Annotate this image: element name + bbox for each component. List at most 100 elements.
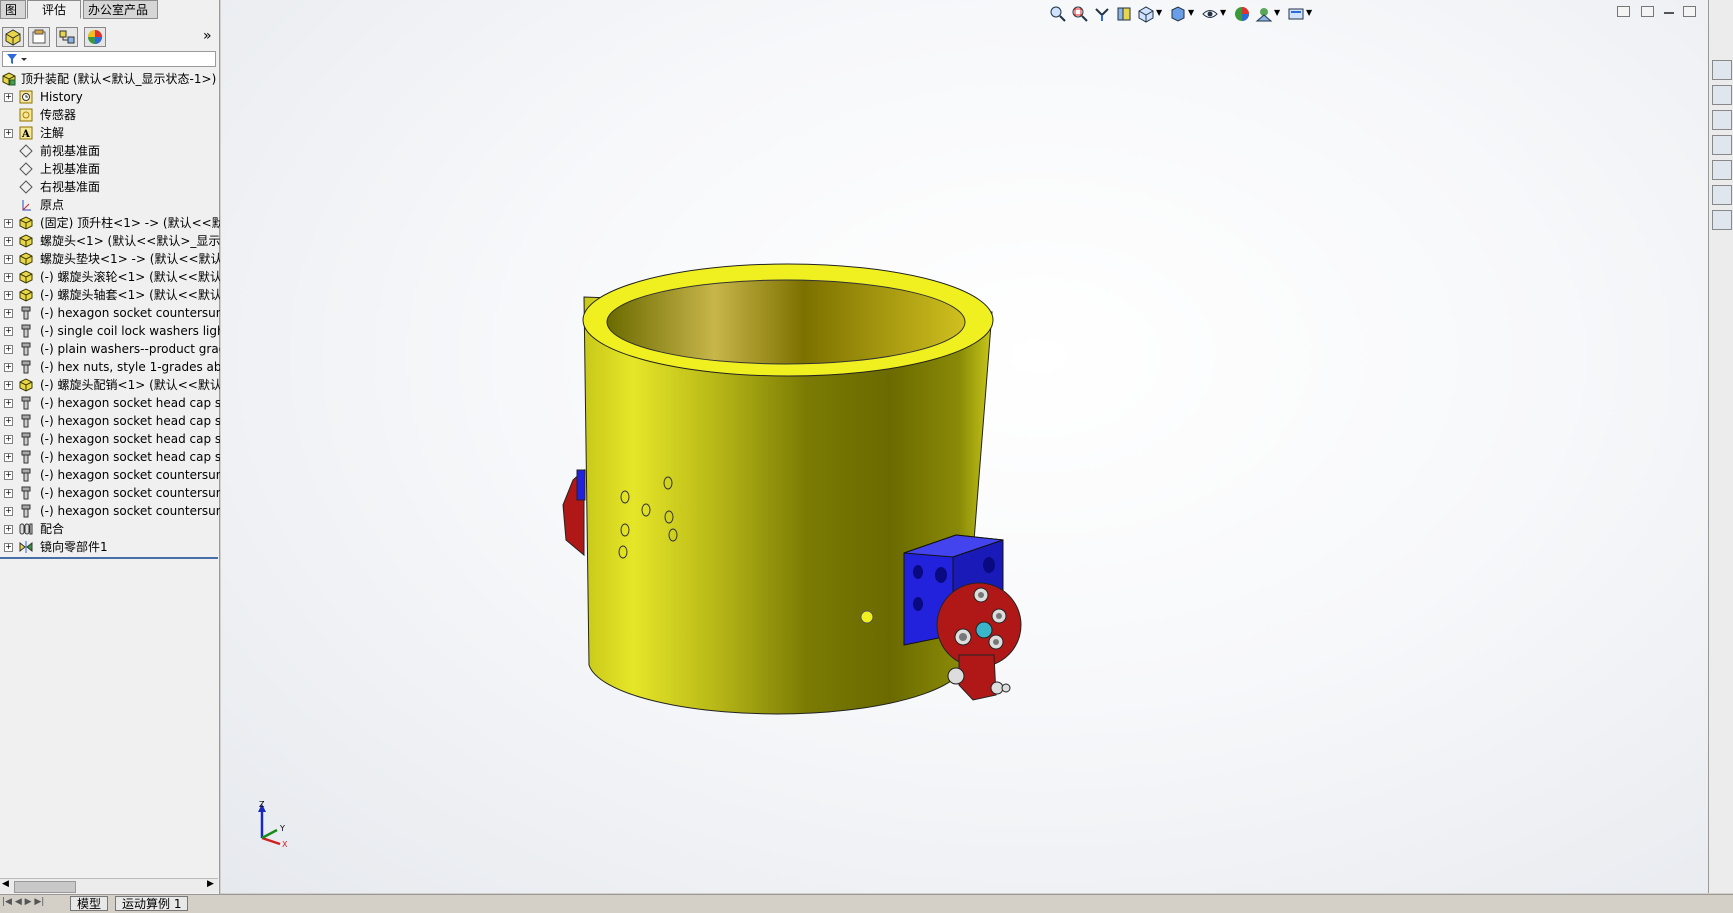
task-pane-home-icon[interactable] [1712,85,1732,105]
history-icon [19,90,33,104]
task-pane-design-library-icon[interactable] [1712,110,1732,130]
assembly-model[interactable] [221,0,1708,893]
tree-item[interactable]: + (-) hexagon socket head cap sc [0,412,220,430]
tree-item[interactable]: + 配合 [0,520,220,538]
tab-motion-study[interactable]: 运动算例 1 [115,896,189,911]
expand-toggle-icon[interactable]: + [4,471,13,480]
expand-toggle-icon[interactable]: + [4,417,13,426]
bottom-tab-bar: |◀ ◀ ▶ ▶| 模型 运动算例 1 [0,894,1733,913]
filter-icon [7,54,27,64]
task-pane-resources-icon[interactable] [1712,60,1732,80]
scroll-thumb[interactable] [14,881,76,893]
tree-item[interactable]: + (-) plain washers--product grad [0,340,220,358]
expand-toggle-icon[interactable]: + [4,453,13,462]
tab-model[interactable]: 模型 [70,896,109,911]
tree-item[interactable]: + (固定) 顶升柱<1> -> (默认<<默认 [0,214,220,232]
expand-toggle-icon[interactable]: + [4,525,13,534]
mirror-icon [19,540,33,554]
tree-item[interactable]: + (-) 螺旋头配销<1> (默认<<默认> [0,376,220,394]
tree-item[interactable]: + (-) single coil lock washers ligh [0,322,220,340]
part-icon [19,234,33,248]
tree-item-label: (-) hexagon socket head cap sc [40,396,220,410]
feature-manager-button[interactable] [2,27,24,47]
tree-item[interactable]: + (-) hexagon socket head cap sc [0,448,220,466]
task-pane-file-explorer-icon[interactable] [1712,135,1732,155]
property-manager-button[interactable] [28,27,50,47]
configuration-manager-button[interactable] [56,27,78,47]
tree-item-label: (-) hexagon socket countersunk [40,468,220,482]
tree-item[interactable]: + (-) hexagon socket countersunk [0,484,220,502]
tree-item-label: (固定) 顶升柱<1> -> (默认<<默认 [40,216,220,230]
part-icon [19,288,33,302]
tree-item[interactable]: 前视基准面 [0,142,220,160]
horizontal-scrollbar[interactable]: ◀ ▶ [0,878,218,893]
tree-item[interactable]: 原点 [0,196,220,214]
property-icon [32,29,46,44]
expand-toggle-icon[interactable]: + [4,291,13,300]
tree-item[interactable]: + (-) hexagon socket head cap sc [0,430,220,448]
tree-item[interactable]: + (-) hexagon socket head cap sc [0,394,220,412]
tree-filter[interactable] [2,51,216,67]
tree-item[interactable]: + 镜向零部件1 [0,538,220,556]
tree-item[interactable]: + (-) hexagon socket countersunk [0,466,220,484]
mates-icon [19,522,33,536]
task-pane-custom-properties-icon[interactable] [1712,210,1732,230]
tab-scroll-arrows-icon[interactable]: |◀ ◀ ▶ ▶| [2,897,44,907]
expand-toggle-icon[interactable]: + [4,255,13,264]
tree-item-label: (-) 螺旋头滚轮<1> (默认<<默认> [40,270,220,284]
tree-item[interactable]: 右视基准面 [0,178,220,196]
expand-panel-icon[interactable]: » [203,28,212,44]
tree-item[interactable]: + (-) hex nuts, style 1-grades ab [0,358,220,376]
scroll-right-icon[interactable]: ▶ [207,879,214,889]
tree-item-label: 配合 [40,522,65,536]
expand-toggle-icon[interactable]: + [4,219,13,228]
tree-item-label: (-) hexagon socket countersunk [40,504,220,518]
expand-toggle-icon[interactable]: + [4,435,13,444]
expand-toggle-icon[interactable]: + [4,309,13,318]
tab-office-products[interactable]: 办公室产品 [83,0,158,19]
expand-toggle-icon[interactable]: + [4,273,13,282]
tree-root-assembly[interactable]: 顶升装配 (默认<默认_显示状态-1>) [0,70,220,88]
expand-toggle-icon[interactable]: + [4,129,13,138]
tree-item-label: (-) hexagon socket head cap sc [40,450,220,464]
feature-tree: 顶升装配 (默认<默认_显示状态-1>) + History 传感器 + A 注解 前视基准… [0,70,220,556]
part-icon [19,270,33,284]
expand-toggle-icon[interactable]: + [4,543,13,552]
tree-item[interactable]: + 螺旋头<1> (默认<<默认>_显示状 [0,232,220,250]
tree-item[interactable]: + A 注解 [0,124,220,142]
fastener-icon [19,396,33,410]
expand-toggle-icon[interactable]: + [4,237,13,246]
tree-item[interactable]: + 螺旋头垫块<1> -> (默认<<默认 [0,250,220,268]
tree-item[interactable]: + (-) hexagon socket countersunk [0,304,220,322]
tree-item-label: (-) hexagon socket head cap sc [40,432,220,446]
tree-item[interactable]: + (-) 螺旋头轴套<1> (默认<<默认> [0,286,220,304]
plane-icon [19,180,33,194]
expand-toggle-icon[interactable]: + [4,345,13,354]
expand-toggle-icon[interactable]: + [4,93,13,102]
tree-item[interactable]: + History [0,88,220,106]
expand-toggle-icon[interactable]: + [4,327,13,336]
expand-toggle-icon[interactable]: + [4,399,13,408]
graphics-area[interactable]: ▼ ▼ ▼ ▼ ▼ ✕ [221,0,1720,893]
expand-toggle-icon[interactable]: + [4,507,13,516]
plane-icon [19,162,33,176]
tree-item-label: (-) hexagon socket countersunk [40,306,220,320]
expand-toggle-icon[interactable]: + [4,381,13,390]
tree-item[interactable]: 传感器 [0,106,220,124]
scroll-left-icon[interactable]: ◀ [2,879,9,889]
sensor-icon [19,108,33,122]
task-pane-appearances-icon[interactable] [1712,185,1732,205]
expand-toggle-icon[interactable]: + [4,363,13,372]
tree-item-label: (-) hexagon socket countersunk [40,486,220,500]
tab-drawing[interactable]: 图 [0,0,26,19]
tree-end-divider [0,557,218,559]
part-icon [19,252,33,266]
configuration-icon [59,30,75,44]
tree-item[interactable]: + (-) 螺旋头滚轮<1> (默认<<默认> [0,268,220,286]
expand-toggle-icon[interactable]: + [4,489,13,498]
task-pane-view-palette-icon[interactable] [1712,160,1732,180]
tab-evaluate[interactable]: 评估 [27,0,81,19]
tree-item[interactable]: + (-) hexagon socket countersunk [0,502,220,520]
tree-item[interactable]: 上视基准面 [0,160,220,178]
display-manager-button[interactable] [84,27,106,47]
